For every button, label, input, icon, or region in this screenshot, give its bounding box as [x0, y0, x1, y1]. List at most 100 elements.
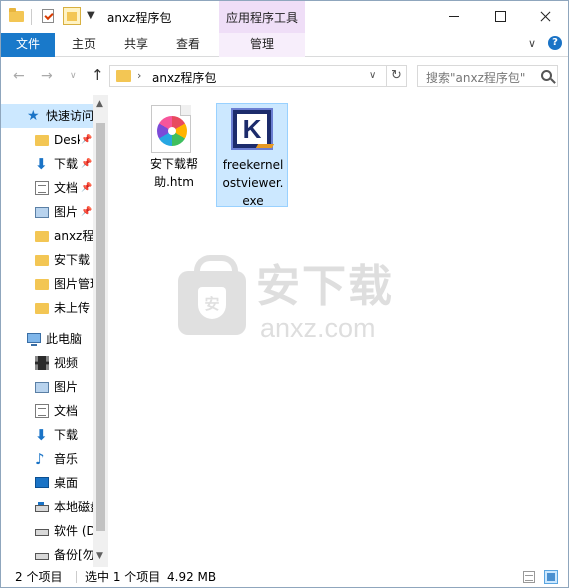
- pinwheel-icon: [157, 116, 187, 146]
- nav-item-picture-manager[interactable]: 图片管理: [1, 272, 93, 296]
- minimize-button[interactable]: [431, 1, 477, 31]
- tab-file[interactable]: 文件: [1, 33, 55, 57]
- kernel-logo-stripe: [255, 144, 275, 148]
- explorer-window: ▼ anxz程序包 应用程序工具 文件 主页 共享 查看 管理 ∨ ? ← → …: [0, 0, 569, 588]
- nav-item-label: 图片: [54, 205, 79, 219]
- breadcrumb-chevron-icon[interactable]: ›: [137, 69, 141, 82]
- search-input[interactable]: 搜索"anxz程序包": [417, 65, 558, 87]
- nav-item-documents[interactable]: 文档 📌: [1, 176, 93, 200]
- properties-icon[interactable]: [39, 7, 57, 25]
- context-tab-group: 应用程序工具: [219, 1, 305, 33]
- address-bar[interactable]: › anxz程序包 ∨ ↻: [109, 65, 407, 87]
- folder-icon: [35, 231, 49, 242]
- document-icon: [35, 181, 49, 195]
- nav-item-label: 视频: [54, 356, 79, 370]
- nav-item-pictures[interactable]: 图片 📌: [1, 200, 93, 224]
- desktop-icon: [35, 477, 49, 488]
- back-arrow-icon[interactable]: ←: [13, 68, 25, 84]
- breadcrumb[interactable]: anxz程序包: [152, 69, 216, 86]
- nav-item-anxiazai[interactable]: 安下载: [1, 248, 93, 272]
- download-icon: ⬇: [35, 426, 48, 444]
- context-tab-group-label: 应用程序工具: [225, 11, 298, 25]
- navigation-pane: ★ 快速访问 Desktop 📌 ⬇ 下载 📌 文档 📌 图片 📌 anxz程序…: [1, 95, 108, 567]
- recent-locations-icon[interactable]: ∨: [70, 71, 77, 81]
- nav-this-pc[interactable]: 此电脑: [1, 327, 93, 351]
- tab-home[interactable]: 主页: [61, 33, 107, 57]
- nav-quick-access[interactable]: ★ 快速访问: [1, 104, 93, 128]
- nav-item-label: 桌面: [54, 476, 79, 490]
- folder-icon: [35, 255, 49, 266]
- expand-ribbon-icon[interactable]: ∨: [528, 37, 536, 50]
- drive-icon: [35, 553, 49, 560]
- folder-icon: [35, 279, 49, 290]
- file-name: freekernelostviewer.exe: [222, 158, 284, 208]
- kernel-app-icon-inner: K: [237, 114, 275, 148]
- status-divider: [76, 571, 77, 583]
- file-item[interactable]: 安下载帮助.htm: [138, 103, 210, 207]
- forward-arrow-icon[interactable]: →: [41, 68, 53, 84]
- nav-item-desktop-pc[interactable]: 桌面: [1, 471, 93, 495]
- nav-item-local-disk[interactable]: 本地磁盘: [1, 495, 93, 519]
- nav-item-pc-downloads[interactable]: ⬇ 下载: [1, 423, 93, 447]
- file-item-selected[interactable]: K freekernelostviewer.exe: [216, 103, 288, 208]
- scrollbar-thumb[interactable]: [96, 123, 105, 531]
- pin-icon: 📌: [81, 135, 93, 145]
- document-icon: [35, 404, 49, 418]
- nav-item-label: 文档: [54, 181, 79, 195]
- nav-item-backup[interactable]: 备份[勿: [1, 543, 93, 567]
- folder-icon: [35, 135, 49, 146]
- scroll-up-arrow-icon[interactable]: ▲: [96, 99, 103, 109]
- close-button[interactable]: [522, 1, 568, 31]
- nav-scrollbar[interactable]: ▲ ▼: [93, 95, 108, 567]
- maximize-button[interactable]: [477, 1, 523, 31]
- up-arrow-icon[interactable]: ↑: [91, 66, 104, 84]
- details-view-icon[interactable]: [523, 571, 535, 583]
- picture-icon: [35, 207, 49, 218]
- customize-toolbar-arrow-icon[interactable]: ▼: [87, 10, 95, 21]
- nav-item-pc-pictures[interactable]: 图片: [1, 375, 93, 399]
- local-disk-icon: [35, 502, 49, 512]
- nav-item-music[interactable]: ♪ 音乐: [1, 447, 93, 471]
- selection-count: 选中 1 个项目: [85, 570, 161, 584]
- nav-item-not-uploaded[interactable]: 未上传: [1, 296, 93, 320]
- watermark: 安 安下载 anxz.com: [178, 245, 498, 345]
- new-folder-icon[interactable]: [63, 7, 81, 25]
- tab-share[interactable]: 共享: [113, 33, 159, 57]
- large-icons-view-icon[interactable]: [544, 570, 558, 584]
- nav-item-label: 备份[勿: [54, 548, 93, 562]
- nav-item-pc-documents[interactable]: 文档: [1, 399, 93, 423]
- nav-item-downloads[interactable]: ⬇ 下载 📌: [1, 152, 93, 176]
- watermark-shield-icon: 安: [198, 287, 226, 319]
- nav-item-label: 软件 (D: [54, 524, 93, 538]
- watermark-en: anxz.com: [260, 313, 376, 343]
- picture-icon: [35, 382, 49, 393]
- pin-icon: 📌: [81, 207, 93, 217]
- address-dropdown-icon[interactable]: ∨: [369, 70, 376, 81]
- status-bar: 2 个项目 选中 1 个项目 4.92 MB: [1, 567, 568, 587]
- help-icon[interactable]: ?: [548, 36, 562, 50]
- kernel-app-icon: K: [231, 108, 275, 150]
- watermark-bag-icon: 安: [178, 255, 246, 335]
- nav-item-label: 文档: [54, 404, 79, 418]
- nav-item-videos[interactable]: 视频: [1, 351, 93, 375]
- nav-item-label: 音乐: [54, 452, 79, 466]
- download-icon: ⬇: [35, 155, 48, 173]
- nav-item-desktop[interactable]: Desktop 📌: [1, 128, 93, 152]
- nav-item-label: 图片: [54, 380, 79, 394]
- tab-manage[interactable]: 管理: [219, 33, 305, 57]
- title-bar: ▼ anxz程序包 应用程序工具: [1, 1, 568, 33]
- refresh-icon[interactable]: ↻: [386, 66, 406, 86]
- video-icon: [35, 356, 49, 370]
- nav-item-anxz[interactable]: anxz程序包: [1, 224, 93, 248]
- nav-item-label: 未上传: [54, 301, 91, 315]
- search-icon[interactable]: [541, 70, 552, 81]
- nav-item-drive-d[interactable]: 软件 (D: [1, 519, 93, 543]
- pin-icon: 📌: [81, 183, 93, 193]
- navigation-bar: ← → ∨ ↑ › anxz程序包 ∨ ↻ 搜索"anxz程序包": [1, 57, 568, 95]
- scroll-down-arrow-icon[interactable]: ▼: [96, 551, 103, 561]
- nav-item-label: 快速访问: [46, 109, 93, 123]
- tab-view[interactable]: 查看: [165, 33, 211, 57]
- pin-icon: 📌: [81, 159, 93, 169]
- kernel-logo-letter: K: [242, 114, 262, 144]
- nav-item-label: 下载: [54, 157, 79, 171]
